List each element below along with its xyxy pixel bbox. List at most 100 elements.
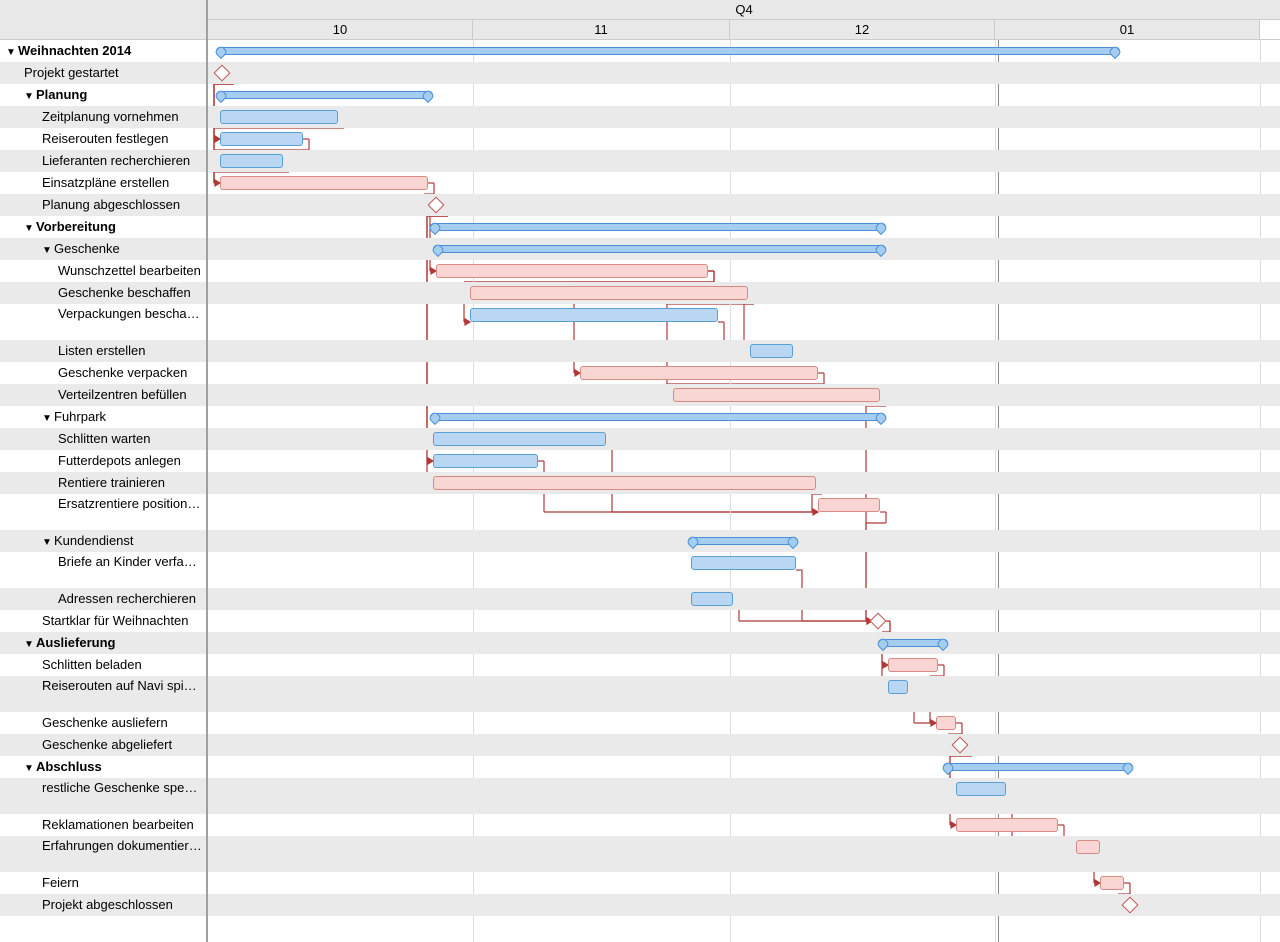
group-row[interactable]: ▼Fuhrpark [0,406,206,428]
task-bar[interactable] [220,154,283,168]
task-row[interactable]: Ersatzrentiere positionieren [0,494,206,530]
task-row[interactable]: Lieferanten recherchieren [0,150,206,172]
task-bar[interactable] [470,286,748,300]
task-row[interactable]: Schlitten warten [0,428,206,450]
task-label: Reiserouten auf Navi spielen [42,678,206,693]
task-bar[interactable] [691,556,796,570]
task-row[interactable]: Adressen recherchieren [0,588,206,610]
milestone-diamond[interactable] [1122,897,1139,914]
expand-caret-icon[interactable]: ▼ [6,42,16,62]
expand-caret-icon[interactable]: ▼ [42,532,52,552]
task-bar[interactable] [673,388,880,402]
chart-body[interactable] [208,40,1280,942]
task-row[interactable]: Geschenke verpacken [0,362,206,384]
task-row[interactable]: Feiern [0,872,206,894]
task-row[interactable]: Verteilzentren befüllen [0,384,206,406]
expand-caret-icon[interactable]: ▼ [24,218,34,238]
task-row[interactable]: Zeitplanung vornehmen [0,106,206,128]
expand-caret-icon[interactable]: ▼ [42,240,52,260]
task-label: Geschenke ausliefern [42,715,168,730]
group-row[interactable]: ▼Abschluss [0,756,206,778]
task-row[interactable]: Listen erstellen [0,340,206,362]
task-row[interactable]: Briefe an Kinder verfassen [0,552,206,588]
summary-bar[interactable] [688,537,798,545]
task-label: Schlitten beladen [42,657,142,672]
task-bar[interactable] [433,432,606,446]
group-row[interactable]: ▼Kundendienst [0,530,206,552]
task-row[interactable]: Schlitten beladen [0,654,206,676]
task-bar[interactable] [220,132,303,146]
chart-row [208,712,1280,734]
task-row[interactable]: Rentiere trainieren [0,472,206,494]
summary-bar[interactable] [430,223,886,231]
task-bar[interactable] [818,498,880,512]
expand-caret-icon[interactable]: ▼ [24,634,34,654]
task-row[interactable]: Reklamationen bearbeiten [0,814,206,836]
group-row[interactable]: ▼Planung [0,84,206,106]
chart-row [208,676,1280,712]
summary-bar[interactable] [216,91,433,99]
task-row[interactable]: Startklar für Weihnachten [0,610,206,632]
task-row[interactable]: Erfahrungen dokumentieren [0,836,206,872]
task-bar[interactable] [433,476,816,490]
expand-caret-icon[interactable]: ▼ [24,758,34,778]
task-bar[interactable] [691,592,733,606]
milestone-diamond[interactable] [870,613,887,630]
gantt-container: ▼Weihnachten 2014Projekt gestartet▼Planu… [0,0,1280,942]
chart-row [208,282,1280,304]
task-bar[interactable] [470,308,718,322]
task-bar[interactable] [936,716,956,730]
chart-row [208,450,1280,472]
task-bar[interactable] [956,818,1058,832]
task-row[interactable]: Verpackungen beschaffen [0,304,206,340]
milestone-diamond[interactable] [952,737,969,754]
timeline-chart[interactable]: Q4 10111201 [208,0,1280,942]
chart-row [208,778,1280,814]
chart-row [208,814,1280,836]
summary-bar[interactable] [216,47,1120,55]
task-row[interactable]: Einsatzpläne erstellen [0,172,206,194]
task-bar[interactable] [888,658,938,672]
task-row[interactable]: Projekt abgeschlossen [0,894,206,916]
task-row[interactable]: Wunschzettel bearbeiten [0,260,206,282]
task-bar[interactable] [1100,876,1124,890]
chart-row [208,632,1280,654]
summary-bar[interactable] [943,763,1133,771]
task-bar[interactable] [433,454,538,468]
task-label: Verteilzentren befüllen [58,387,187,402]
task-label: Einsatzpläne erstellen [42,175,169,190]
task-bar[interactable] [750,344,793,358]
task-row[interactable]: restliche Geschenke spenden [0,778,206,814]
task-bar[interactable] [956,782,1006,796]
task-row[interactable]: Projekt gestartet [0,62,206,84]
task-row[interactable]: Futterdepots anlegen [0,450,206,472]
task-row[interactable]: Geschenke beschaffen [0,282,206,304]
summary-bar[interactable] [430,413,886,421]
task-label: Listen erstellen [58,343,145,358]
group-row[interactable]: ▼Vorbereitung [0,216,206,238]
task-bar[interactable] [220,176,428,190]
expand-caret-icon[interactable]: ▼ [42,408,52,428]
task-bar[interactable] [220,110,338,124]
task-row[interactable]: Reiserouten auf Navi spielen [0,676,206,712]
summary-bar[interactable] [433,245,886,253]
summary-bar[interactable] [878,639,948,647]
chart-row [208,836,1280,872]
group-row[interactable]: ▼Weihnachten 2014 [0,40,206,62]
milestone-diamond[interactable] [428,197,445,214]
task-bar[interactable] [436,264,708,278]
task-row[interactable]: Reiserouten festlegen [0,128,206,150]
task-bar[interactable] [1076,840,1100,854]
chart-row [208,304,1280,340]
group-row[interactable]: ▼Geschenke [0,238,206,260]
group-row[interactable]: ▼Auslieferung [0,632,206,654]
task-row[interactable]: Planung abgeschlossen [0,194,206,216]
task-label: Auslieferung [36,635,115,650]
task-bar[interactable] [888,680,908,694]
task-row[interactable]: Geschenke ausliefern [0,712,206,734]
task-row[interactable]: Geschenke abgeliefert [0,734,206,756]
milestone-diamond[interactable] [214,65,231,82]
task-bar[interactable] [580,366,818,380]
chart-row [208,756,1280,778]
expand-caret-icon[interactable]: ▼ [24,86,34,106]
